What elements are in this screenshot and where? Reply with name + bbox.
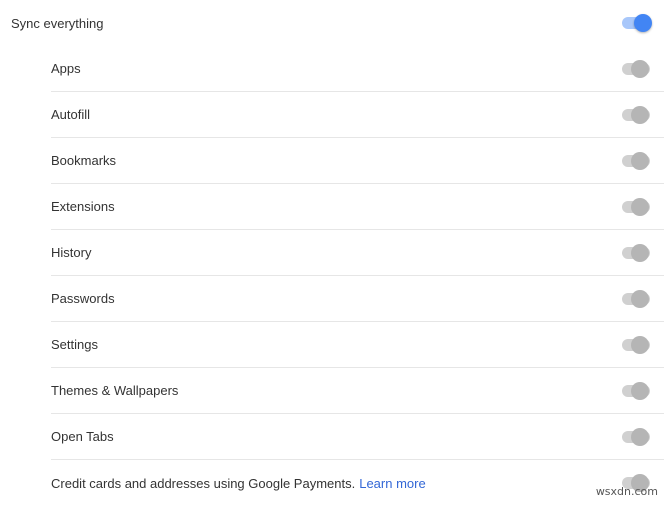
open-tabs-toggle[interactable] xyxy=(619,427,653,447)
sync-item-label: Themes & Wallpapers xyxy=(51,383,179,398)
settings-toggle[interactable] xyxy=(619,335,653,355)
toggle-knob xyxy=(634,14,652,32)
toggle-knob xyxy=(631,152,649,170)
payments-text: Credit cards and addresses using Google … xyxy=(51,475,356,491)
sync-item-settings: Settings xyxy=(51,322,664,368)
sync-item-autofill: Autofill xyxy=(51,92,664,138)
extensions-toggle[interactable] xyxy=(619,197,653,217)
toggle-knob xyxy=(631,428,649,446)
sync-item-label: History xyxy=(51,245,92,260)
toggle-knob xyxy=(631,382,649,400)
sync-item-label: Passwords xyxy=(51,291,115,306)
sync-item-payments: Credit cards and addresses using Google … xyxy=(51,460,664,506)
toggle-knob xyxy=(631,198,649,216)
sync-item-label: Settings xyxy=(51,337,98,352)
sync-item-open-tabs: Open Tabs xyxy=(51,414,664,460)
sync-item-bookmarks: Bookmarks xyxy=(51,138,664,184)
toggle-knob xyxy=(631,290,649,308)
sync-item-apps: Apps xyxy=(51,46,664,92)
sync-item-themes: Themes & Wallpapers xyxy=(51,368,664,414)
toggle-knob xyxy=(631,60,649,78)
learn-more-link[interactable]: Learn more xyxy=(359,476,425,491)
sync-everything-toggle[interactable] xyxy=(619,13,653,33)
sync-item-label: Bookmarks xyxy=(51,153,117,168)
sync-item-label: Open Tabs xyxy=(51,429,114,444)
toggle-knob xyxy=(631,106,649,124)
sync-item-label: Autofill xyxy=(51,107,91,122)
passwords-toggle[interactable] xyxy=(619,289,653,309)
history-toggle[interactable] xyxy=(619,243,653,263)
sync-item-label: Apps xyxy=(51,61,81,76)
sync-item-label: Credit cards and addresses using Google … xyxy=(51,476,426,491)
autofill-toggle[interactable] xyxy=(619,105,653,125)
sync-items-list: Apps Autofill Bookmarks Extensions Histo… xyxy=(51,46,664,506)
bookmarks-toggle[interactable] xyxy=(619,151,653,171)
watermark: wsxdn.com xyxy=(595,485,658,498)
themes-toggle[interactable] xyxy=(619,381,653,401)
sync-everything-label: Sync everything xyxy=(11,15,104,31)
toggle-knob xyxy=(631,244,649,262)
toggle-knob xyxy=(631,336,649,354)
sync-everything-row: Sync everything xyxy=(0,0,664,46)
apps-toggle[interactable] xyxy=(619,59,653,79)
sync-item-extensions: Extensions xyxy=(51,184,664,230)
sync-item-history: History xyxy=(51,230,664,276)
sync-item-passwords: Passwords xyxy=(51,276,664,322)
sync-item-label: Extensions xyxy=(51,199,115,214)
